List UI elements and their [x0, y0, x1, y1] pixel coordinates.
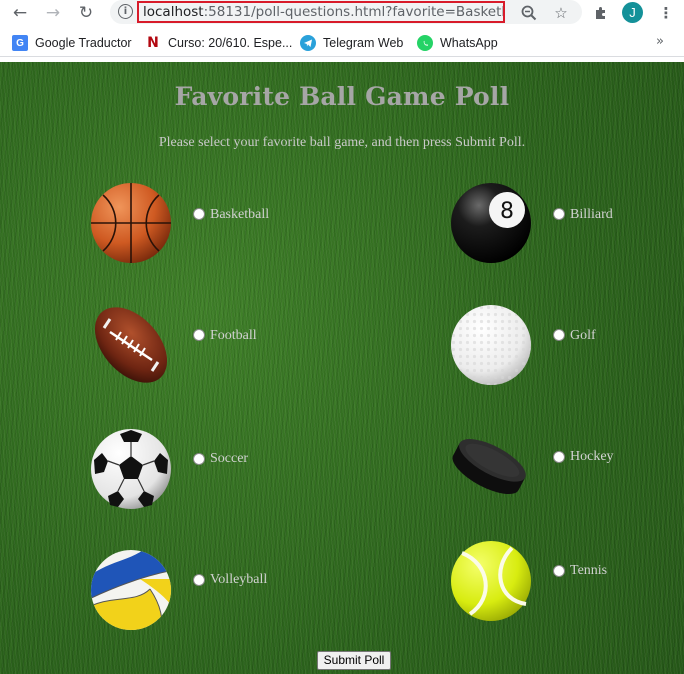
hockey-puck-image [450, 422, 532, 504]
golf-ball-image [450, 304, 532, 386]
hockey-label: Hockey [570, 449, 614, 464]
url-path: :58131/poll-questions.html?favorite=Bask… [203, 4, 505, 20]
volleyball-image [90, 549, 172, 631]
golf-radio[interactable] [553, 329, 565, 341]
volleyball-radio[interactable] [193, 574, 205, 586]
back-arrow-icon[interactable]: ← [9, 2, 31, 24]
forward-arrow-icon[interactable]: → [42, 2, 64, 24]
url-host: localhost [143, 4, 204, 20]
soccer-radio[interactable] [193, 453, 205, 465]
billiard-radio[interactable] [553, 208, 565, 220]
bookmark-label: Telegram Web [323, 36, 404, 50]
bookmark-telegram[interactable]: Telegram Web [300, 34, 403, 52]
site-info-icon[interactable]: i [118, 4, 133, 19]
url-text[interactable]: localhost:58131/poll-questions.html?favo… [137, 1, 505, 23]
poll-page: Favorite Ball Game Poll Please select yo… [0, 62, 684, 674]
basketball-radio[interactable] [193, 208, 205, 220]
bookmarks-overflow-icon[interactable]: » [656, 34, 664, 49]
svg-text:8: 8 [500, 199, 514, 224]
bookmark-google-translate[interactable]: G Google Traductor [12, 34, 132, 52]
telegram-icon [300, 35, 316, 51]
netflix-n-icon: N [147, 35, 159, 51]
tennis-ball-image [450, 540, 532, 622]
billiard-ball-image: 8 [450, 182, 532, 264]
football-label: Football [210, 328, 257, 343]
bookmark-curso[interactable]: N Curso: 20/610. Espe... [145, 34, 292, 52]
browser-toolbar: ← → ↻ i localhost:58131/poll-questions.h… [0, 0, 684, 26]
bookmark-label: Google Traductor [35, 36, 132, 50]
whatsapp-icon [417, 35, 433, 51]
menu-kebab-icon[interactable]: ⋮ [655, 2, 677, 24]
bookmark-label: WhatsApp [440, 36, 498, 50]
bookmarks-bar: G Google Traductor N Curso: 20/610. Espe… [0, 30, 684, 57]
football-radio[interactable] [193, 329, 205, 341]
reload-icon[interactable]: ↻ [75, 2, 97, 24]
basketball-image [90, 182, 172, 264]
hockey-radio[interactable] [553, 451, 565, 463]
zoom-icon[interactable] [518, 2, 540, 24]
soccer-label: Soccer [210, 451, 249, 466]
volleyball-label: Volleyball [210, 572, 268, 587]
tennis-radio[interactable] [553, 565, 565, 577]
page-title: Favorite Ball Game Poll [174, 82, 510, 111]
bookmark-star-icon[interactable]: ☆ [550, 2, 572, 24]
golf-label: Golf [570, 328, 596, 343]
profile-avatar[interactable]: J [622, 2, 643, 23]
football-image [90, 304, 172, 386]
bookmark-label: Curso: 20/610. Espe... [168, 36, 293, 50]
page-instructions: Please select your favorite ball game, a… [158, 135, 526, 150]
soccer-ball-image [90, 428, 172, 510]
google-translate-icon: G [12, 35, 28, 51]
extensions-puzzle-icon[interactable] [590, 2, 612, 24]
submit-poll-button[interactable]: Submit Poll [317, 651, 391, 670]
billiard-label: Billiard [570, 207, 613, 222]
bookmark-whatsapp[interactable]: WhatsApp [417, 34, 498, 52]
tennis-label: Tennis [570, 563, 608, 578]
basketball-label: Basketball [210, 207, 270, 222]
